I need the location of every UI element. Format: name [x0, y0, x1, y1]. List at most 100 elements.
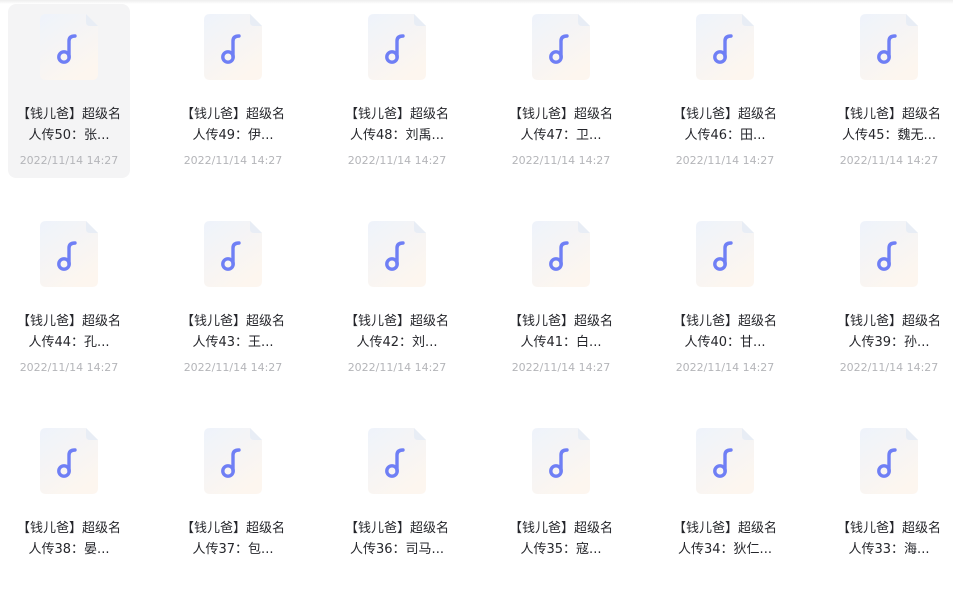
file-name-line-1: 【钱儿爸】超级名 — [672, 107, 777, 122]
file-name-line-2: 人传37：包... — [192, 542, 274, 557]
file-name: 【钱儿爸】超级名 人传40：甘... — [664, 311, 786, 353]
file-item[interactable]: 【钱儿爸】超级名 人传48：刘禹... 2022/11/14 14:27 — [336, 4, 458, 178]
file-name: 【钱儿爸】超级名 人传50：张... — [8, 104, 130, 146]
file-date: 2022/11/14 14:27 — [347, 154, 447, 167]
file-name-line-1: 【钱儿爸】超级名 — [16, 521, 121, 536]
file-name: 【钱儿爸】超级名 人传38：晏... — [8, 518, 130, 560]
file-grid: 【钱儿爸】超级名 人传50：张... 2022/11/14 14:27 【钱儿爸】超级… — [0, 0, 953, 563]
file-name: 【钱儿爸】超级名 人传47：卫... — [500, 104, 622, 146]
file-name-line-2: 人传45：魏无... — [842, 128, 936, 143]
file-name-line-1: 【钱儿爸】超级名 — [344, 521, 449, 536]
file-item[interactable]: 【钱儿爸】超级名 人传47：卫... 2022/11/14 14:27 — [500, 4, 622, 178]
file-name: 【钱儿爸】超级名 人传49：伊... — [172, 104, 294, 146]
music-note-icon — [368, 221, 426, 287]
file-name-line-2: 人传46：田... — [684, 128, 766, 143]
music-note-icon — [696, 221, 754, 287]
file-name-line-1: 【钱儿爸】超级名 — [16, 107, 121, 122]
file-name-line-2: 人传34：狄仁... — [678, 542, 772, 557]
music-note-icon — [40, 14, 98, 80]
file-item[interactable]: 【钱儿爸】超级名 人传33：海... — [828, 418, 950, 592]
file-item[interactable]: 【钱儿爸】超级名 人传39：孙... 2022/11/14 14:27 — [828, 211, 950, 385]
file-name: 【钱儿爸】超级名 人传44：孔... — [8, 311, 130, 353]
file-date: 2022/11/14 14:27 — [183, 154, 283, 167]
file-item[interactable]: 【钱儿爸】超级名 人传46：田... 2022/11/14 14:27 — [664, 4, 786, 178]
file-name-line-2: 人传41：白... — [520, 335, 602, 350]
file-name-line-1: 【钱儿爸】超级名 — [344, 314, 449, 329]
file-name: 【钱儿爸】超级名 人传42：刘... — [336, 311, 458, 353]
file-name-line-2: 人传44：孔... — [28, 335, 110, 350]
file-name: 【钱儿爸】超级名 人传43：王... — [172, 311, 294, 353]
file-name-line-2: 人传33：海... — [848, 542, 930, 557]
file-item[interactable]: 【钱儿爸】超级名 人传38：晏... — [8, 418, 130, 592]
file-name-line-1: 【钱儿爸】超级名 — [16, 314, 121, 329]
music-note-icon — [860, 428, 918, 494]
file-item[interactable]: 【钱儿爸】超级名 人传50：张... 2022/11/14 14:27 — [8, 4, 130, 178]
file-item[interactable]: 【钱儿爸】超级名 人传45：魏无... 2022/11/14 14:27 — [828, 4, 950, 178]
file-name-line-2: 人传38：晏... — [28, 542, 110, 557]
file-date: 2022/11/14 14:27 — [839, 154, 939, 167]
file-name: 【钱儿爸】超级名 人传48：刘禹... — [336, 104, 458, 146]
file-item[interactable]: 【钱儿爸】超级名 人传42：刘... 2022/11/14 14:27 — [336, 211, 458, 385]
music-note-icon — [40, 428, 98, 494]
file-name-line-2: 人传50：张... — [28, 128, 110, 143]
file-item[interactable]: 【钱儿爸】超级名 人传34：狄仁... — [664, 418, 786, 592]
music-note-icon — [860, 221, 918, 287]
file-name-line-1: 【钱儿爸】超级名 — [180, 314, 285, 329]
file-name-line-1: 【钱儿爸】超级名 — [180, 107, 285, 122]
file-name-line-2: 人传35：寇... — [520, 542, 602, 557]
music-note-icon — [696, 428, 754, 494]
file-item[interactable]: 【钱儿爸】超级名 人传43：王... 2022/11/14 14:27 — [172, 211, 294, 385]
file-name-line-2: 人传49：伊... — [192, 128, 274, 143]
file-name-line-1: 【钱儿爸】超级名 — [836, 107, 941, 122]
file-item[interactable]: 【钱儿爸】超级名 人传44：孔... 2022/11/14 14:27 — [8, 211, 130, 385]
file-name-line-2: 人传43：王... — [192, 335, 274, 350]
file-name-line-2: 人传47：卫... — [520, 128, 602, 143]
file-name-line-2: 人传39：孙... — [848, 335, 930, 350]
file-name: 【钱儿爸】超级名 人传34：狄仁... — [664, 518, 786, 560]
music-note-icon — [696, 14, 754, 80]
music-note-icon — [40, 221, 98, 287]
file-item[interactable]: 【钱儿爸】超级名 人传49：伊... 2022/11/14 14:27 — [172, 4, 294, 178]
file-name-line-1: 【钱儿爸】超级名 — [672, 521, 777, 536]
file-name-line-2: 人传48：刘禹... — [350, 128, 444, 143]
file-date: 2022/11/14 14:27 — [675, 361, 775, 374]
file-item[interactable]: 【钱儿爸】超级名 人传40：甘... 2022/11/14 14:27 — [664, 211, 786, 385]
file-name: 【钱儿爸】超级名 人传37：包... — [172, 518, 294, 560]
file-item[interactable]: 【钱儿爸】超级名 人传41：白... 2022/11/14 14:27 — [500, 211, 622, 385]
file-item[interactable]: 【钱儿爸】超级名 人传35：寇... — [500, 418, 622, 592]
file-name: 【钱儿爸】超级名 人传41：白... — [500, 311, 622, 353]
file-name: 【钱儿爸】超级名 人传39：孙... — [828, 311, 950, 353]
file-name-line-1: 【钱儿爸】超级名 — [508, 521, 613, 536]
music-note-icon — [532, 14, 590, 80]
music-note-icon — [368, 428, 426, 494]
file-date: 2022/11/14 14:27 — [511, 361, 611, 374]
file-name-line-1: 【钱儿爸】超级名 — [836, 314, 941, 329]
file-item[interactable]: 【钱儿爸】超级名 人传36：司马... — [336, 418, 458, 592]
music-note-icon — [204, 14, 262, 80]
file-name-line-1: 【钱儿爸】超级名 — [508, 107, 613, 122]
music-note-icon — [532, 221, 590, 287]
file-date: 2022/11/14 14:27 — [19, 154, 119, 167]
file-name: 【钱儿爸】超级名 人传35：寇... — [500, 518, 622, 560]
file-item[interactable]: 【钱儿爸】超级名 人传37：包... — [172, 418, 294, 592]
file-name-line-1: 【钱儿爸】超级名 — [508, 314, 613, 329]
music-note-icon — [204, 428, 262, 494]
file-name-line-1: 【钱儿爸】超级名 — [344, 107, 449, 122]
file-name: 【钱儿爸】超级名 人传45：魏无... — [828, 104, 950, 146]
music-note-icon — [204, 221, 262, 287]
music-note-icon — [532, 428, 590, 494]
file-name-line-1: 【钱儿爸】超级名 — [836, 521, 941, 536]
file-date: 2022/11/14 14:27 — [511, 154, 611, 167]
music-note-icon — [368, 14, 426, 80]
file-name-line-1: 【钱儿爸】超级名 — [180, 521, 285, 536]
file-name-line-2: 人传42：刘... — [356, 335, 438, 350]
file-date: 2022/11/14 14:27 — [675, 154, 775, 167]
file-name: 【钱儿爸】超级名 人传46：田... — [664, 104, 786, 146]
file-name-line-2: 人传36：司马... — [350, 542, 444, 557]
file-name: 【钱儿爸】超级名 人传36：司马... — [336, 518, 458, 560]
file-name-line-1: 【钱儿爸】超级名 — [672, 314, 777, 329]
file-date: 2022/11/14 14:27 — [183, 361, 283, 374]
file-date: 2022/11/14 14:27 — [347, 361, 447, 374]
music-note-icon — [860, 14, 918, 80]
file-date: 2022/11/14 14:27 — [839, 361, 939, 374]
